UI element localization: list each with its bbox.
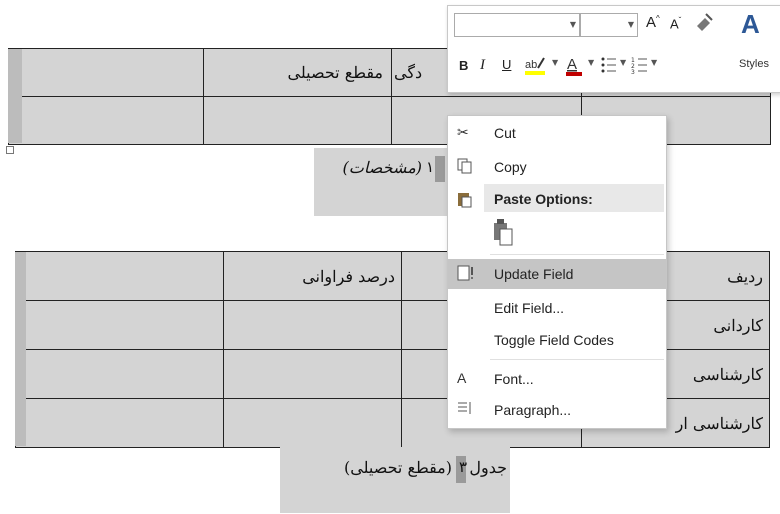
menu-item-label: Copy: [494, 159, 527, 175]
svg-text:A: A: [567, 56, 577, 73]
font-name-combobox[interactable]: ▼: [454, 13, 580, 37]
highlighter-icon: ab: [525, 57, 545, 75]
paste-options-header: Paste Options:: [448, 184, 666, 214]
paste-keep-text-icon: [494, 219, 513, 246]
table-cell[interactable]: [15, 398, 224, 448]
underline-button[interactable]: U: [502, 57, 511, 72]
chevron-down-icon[interactable]: ▼: [620, 58, 626, 67]
italic-button[interactable]: I: [480, 57, 485, 74]
table-cell[interactable]: [15, 349, 224, 399]
paste-icon: [457, 190, 477, 208]
paste-keep-text-only-button[interactable]: [492, 217, 514, 250]
table-cell[interactable]: [223, 398, 402, 448]
menu-item-copy[interactable]: Copy: [448, 152, 666, 182]
bullets-icon: [601, 57, 616, 73]
font-color-icon: A: [566, 56, 582, 76]
table-resize-handle[interactable]: [6, 146, 14, 154]
menu-item-update-field[interactable]: Update Field: [448, 259, 666, 289]
menu-item-label: Paste Options:: [494, 191, 593, 207]
row-selection-bar: [8, 49, 22, 143]
clear-formatting-button[interactable]: [694, 12, 714, 37]
menu-item-toggle-field-codes[interactable]: Toggle Field Codes: [448, 325, 666, 355]
chevron-down-icon[interactable]: ▼: [628, 20, 634, 29]
svg-text:3: 3: [631, 69, 635, 76]
highlight-color-button[interactable]: ab: [524, 54, 552, 82]
caption-number: ۳: [458, 458, 467, 476]
numbering-icon: 123: [631, 57, 647, 76]
chevron-down-icon[interactable]: ▼: [570, 20, 576, 29]
caption-number: ۱: [425, 158, 434, 176]
table-cell[interactable]: [8, 48, 204, 97]
mini-toolbar: ▼ ▼ A^ Aˇ A B I U ab ▼ A ▼ ▼ 123 ▼ Style…: [447, 5, 780, 93]
paragraph-icon: [457, 401, 477, 419]
menu-item-edit-field[interactable]: Edit Field...: [448, 293, 666, 323]
menu-item-label: Update Field: [494, 266, 574, 282]
menu-item-font[interactable]: A Font...: [448, 364, 666, 394]
bold-button[interactable]: B: [459, 58, 468, 73]
table-cell-education-header[interactable]: مقطع تحصیلی: [203, 48, 392, 97]
chevron-down-icon[interactable]: ▼: [651, 58, 657, 67]
menu-item-label: Toggle Field Codes: [494, 332, 614, 348]
scissors-icon: ✂: [457, 124, 469, 140]
update-field-icon: [457, 265, 477, 283]
menu-item-label: Edit Field...: [494, 300, 565, 316]
font-color-button[interactable]: A: [564, 54, 586, 82]
copy-icon: [457, 158, 477, 176]
table-cell[interactable]: [223, 349, 402, 399]
styles-button[interactable]: Styles: [739, 58, 769, 70]
table-cell[interactable]: [223, 300, 402, 350]
table-cell-frequency-header[interactable]: درصد فراوانی: [223, 251, 402, 301]
numbering-button[interactable]: 123: [631, 54, 649, 80]
table-cell[interactable]: [8, 96, 204, 145]
table-cell[interactable]: [15, 300, 224, 350]
chevron-down-icon[interactable]: ▼: [552, 58, 558, 67]
eraser-icon: [697, 13, 713, 31]
menu-item-cut[interactable]: ✂ Cut: [448, 118, 666, 148]
chevron-down-icon[interactable]: ▼: [588, 58, 594, 67]
caption-2: جدول ۳ (مقطع تحصیلی): [280, 447, 510, 513]
font-icon: A: [457, 370, 467, 386]
shrink-font-button[interactable]: Aˇ: [670, 16, 681, 31]
bullets-button[interactable]: [600, 54, 618, 80]
menu-item-label: Font...: [494, 371, 534, 387]
field-selection: [435, 156, 445, 182]
menu-separator: [490, 359, 664, 360]
row-selection-bar: [15, 252, 26, 446]
table-cell[interactable]: [15, 251, 224, 301]
caption-1: ۱ (مشخصات): [314, 148, 448, 216]
caption-text: (مقطع تحصیلی): [344, 458, 452, 477]
context-menu: ✂ Cut Copy Paste Options: Update Field E…: [447, 115, 667, 429]
grow-font-button[interactable]: A^: [646, 14, 660, 31]
menu-item-label: Cut: [494, 125, 516, 141]
svg-text:ab: ab: [525, 59, 537, 71]
caption-prefix: جدول: [469, 458, 507, 477]
font-size-combobox[interactable]: ▼: [580, 13, 638, 37]
menu-item-label: Paragraph...: [494, 402, 572, 418]
caption-text: (مشخصات): [342, 158, 422, 177]
table-cell[interactable]: [203, 96, 392, 145]
menu-separator: [490, 254, 664, 255]
menu-item-paragraph[interactable]: Paragraph...: [448, 395, 666, 425]
styles-icon[interactable]: A: [741, 9, 760, 40]
